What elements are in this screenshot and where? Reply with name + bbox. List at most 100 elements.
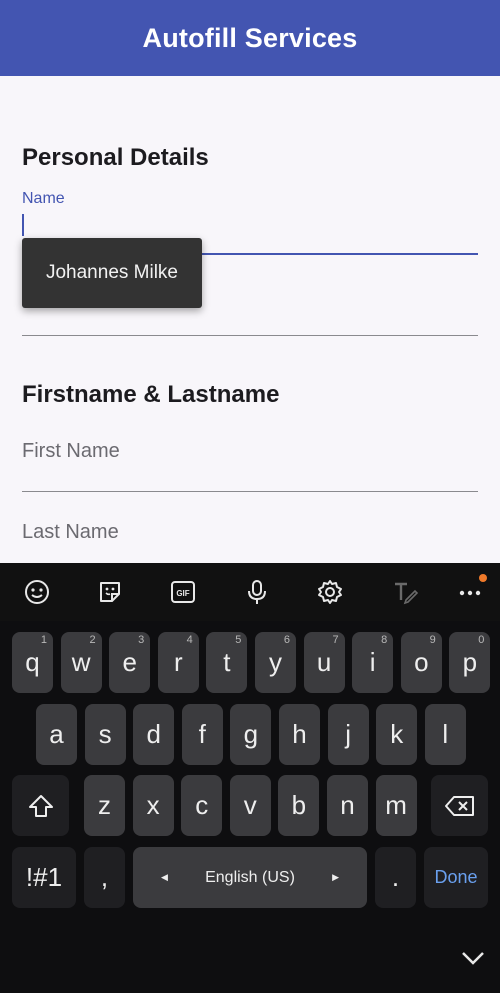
symbols-key[interactable]: !#1 [12, 847, 76, 908]
settings-icon[interactable] [315, 577, 345, 607]
key-w-hint: 2 [89, 634, 96, 646]
first-name-field[interactable]: First Name [22, 440, 120, 463]
key-e-label: e [122, 647, 137, 677]
key-l-label: l [442, 719, 449, 749]
key-j-label: j [345, 719, 351, 749]
key-n-label: n [340, 790, 355, 820]
key-z[interactable]: z [84, 775, 125, 836]
hide-keyboard-icon[interactable] [458, 943, 488, 973]
app-title: Autofill Services [142, 22, 358, 53]
key-w-label: w [71, 647, 91, 677]
sticker-icon[interactable] [95, 577, 125, 607]
gif-icon[interactable]: GIF [168, 577, 198, 607]
key-s-label: s [98, 719, 112, 749]
key-k[interactable]: k [376, 704, 418, 765]
key-y-label: y [269, 647, 282, 677]
key-f[interactable]: f [181, 704, 223, 765]
key-u[interactable]: u7 [303, 632, 345, 693]
text-cursor [22, 214, 24, 236]
key-d[interactable]: d [133, 704, 175, 765]
autofill-suggestion-text: Johannes Milke [45, 262, 179, 283]
done-key-label: Done [434, 867, 478, 887]
key-m-label: m [385, 790, 407, 820]
key-i[interactable]: i8 [352, 632, 394, 693]
app-bar: Autofill Services [0, 0, 500, 76]
key-g-label: g [243, 719, 259, 749]
key-t[interactable]: t5 [206, 632, 248, 693]
key-c-label: c [195, 790, 209, 820]
key-n[interactable]: n [327, 775, 368, 836]
cursor-left-icon: ◀ [161, 872, 168, 882]
key-q[interactable]: q1 [12, 632, 53, 693]
key-c[interactable]: c [181, 775, 223, 836]
soft-keyboard: GIF q1w2e3r4t5y6u7i8o9p0asdfghjklzxcvbnm… [0, 563, 500, 993]
shift-key[interactable] [12, 775, 69, 836]
key-h-label: h [292, 719, 307, 749]
key-t-hint: 5 [235, 634, 242, 646]
key-p-hint: 0 [478, 634, 485, 646]
key-r[interactable]: r4 [157, 632, 199, 693]
key-x[interactable]: x [132, 775, 174, 836]
autofill-suggestion[interactable]: Johannes Milke [22, 238, 202, 308]
key-d-label: d [146, 719, 161, 749]
symbols-key-label: !#1 [25, 862, 63, 892]
key-q-label: q [25, 647, 40, 677]
first-name-underline [22, 491, 478, 492]
gif-label: GIF [176, 589, 189, 598]
key-o-hint: 9 [429, 634, 436, 646]
key-l[interactable]: l [424, 704, 466, 765]
key-u-hint: 7 [332, 634, 339, 646]
key-b-label: b [291, 790, 307, 820]
key-g[interactable]: g [230, 704, 272, 765]
key-h[interactable]: h [279, 704, 320, 765]
key-e-hint: 3 [138, 634, 145, 646]
key-m[interactable]: m [375, 775, 417, 836]
key-r-hint: 4 [186, 634, 193, 646]
shift-icon [28, 794, 53, 817]
key-f-label: f [198, 719, 206, 749]
key-a[interactable]: a [36, 704, 77, 765]
cursor-right-icon: ▶ [332, 872, 339, 882]
handwriting-icon[interactable] [390, 577, 420, 607]
key-e[interactable]: e3 [109, 632, 151, 693]
key-p-label: p [462, 647, 478, 677]
backspace-key[interactable] [431, 775, 488, 836]
notification-dot [479, 574, 487, 582]
name-field-label: Name [22, 190, 65, 207]
done-key[interactable]: Done [424, 847, 488, 908]
key-s[interactable]: s [84, 704, 126, 765]
key-k-label: k [390, 719, 404, 749]
keyboard-toolbar: GIF [0, 563, 500, 621]
key-p[interactable]: p0 [449, 632, 491, 693]
period-key-label: . [391, 862, 400, 892]
form-content: Personal Details Name Johannes Milke Fir… [0, 76, 500, 563]
key-a-label: a [49, 719, 64, 749]
comma-key[interactable]: , [84, 847, 125, 908]
firstname-lastname-heading: Firstname & Lastname [22, 381, 280, 408]
key-o[interactable]: o9 [400, 632, 442, 693]
space-key-label: English (US) [205, 868, 295, 886]
key-v-label: v [243, 790, 257, 820]
emoji-icon[interactable] [22, 577, 52, 607]
comma-key-label: , [100, 862, 109, 892]
key-r-label: r [173, 647, 183, 677]
key-z-label: z [98, 790, 111, 820]
microphone-icon[interactable] [242, 577, 272, 607]
key-y[interactable]: y6 [255, 632, 296, 693]
key-t-label: t [223, 647, 231, 677]
personal-details-heading: Personal Details [22, 144, 209, 171]
backspace-icon [444, 795, 474, 816]
key-v[interactable]: v [229, 775, 271, 836]
key-b[interactable]: b [278, 775, 320, 836]
more-icon[interactable] [455, 574, 487, 607]
key-y-hint: 6 [283, 634, 290, 646]
period-key[interactable]: . [375, 847, 416, 908]
key-o-label: o [414, 647, 429, 677]
key-i-label: i [369, 647, 376, 677]
key-w[interactable]: w2 [60, 632, 102, 693]
key-q-hint: 1 [40, 634, 47, 646]
last-name-field[interactable]: Last Name [22, 521, 119, 544]
key-j[interactable]: j [327, 704, 369, 765]
space-key[interactable]: English (US) ◀ ▶ [133, 847, 367, 908]
second-field-underline[interactable] [22, 335, 478, 336]
